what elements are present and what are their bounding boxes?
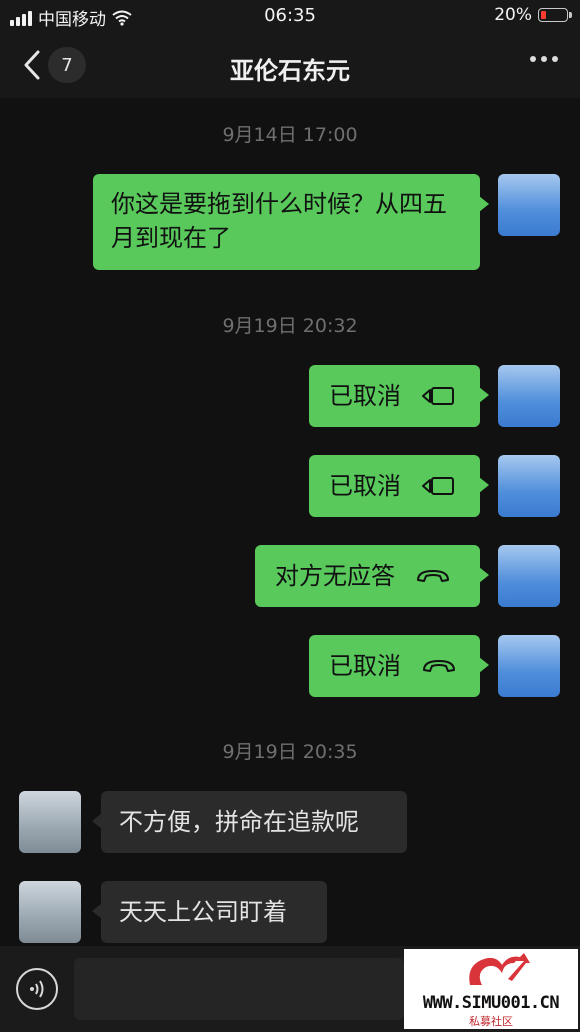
video-call-icon bbox=[422, 477, 454, 495]
self-avatar[interactable] bbox=[498, 635, 560, 697]
status-bar: 中国移动 06:35 20% bbox=[0, 0, 580, 32]
battery-icon bbox=[538, 8, 572, 22]
voice-input-button[interactable] bbox=[16, 968, 58, 1010]
phone-hangup-icon bbox=[423, 660, 455, 672]
self-avatar[interactable] bbox=[498, 174, 560, 236]
unread-count-badge[interactable]: 7 bbox=[48, 47, 86, 83]
watermark: WWW.SIMU001.CN 私募社区 bbox=[404, 949, 578, 1029]
chat-title: 亚伦石东元 bbox=[230, 57, 350, 85]
timestamp: 9月14日 17:00 bbox=[222, 124, 358, 146]
watermark-site: WWW.SIMU001.CN bbox=[422, 993, 560, 1013]
back-chevron-icon[interactable] bbox=[18, 46, 48, 84]
battery-percent: 20% bbox=[494, 5, 532, 25]
timestamp: 9月19日 20:35 bbox=[222, 741, 358, 763]
watermark-subtitle: 私募社区 bbox=[469, 1015, 513, 1028]
message-bubble[interactable]: 天天上公司盯着 bbox=[92, 881, 327, 943]
chat-header: 7 亚伦石东元 bbox=[0, 32, 580, 98]
voice-icon bbox=[30, 980, 44, 998]
phone-hangup-icon bbox=[417, 570, 449, 582]
call-status-text: 已取消 bbox=[329, 382, 401, 410]
message-text: 不方便，拼命在追款呢 bbox=[119, 808, 359, 836]
watermark-logo bbox=[469, 953, 530, 985]
battery-level bbox=[541, 11, 546, 19]
message-input[interactable] bbox=[74, 958, 404, 1020]
call-status-text: 已取消 bbox=[329, 472, 401, 500]
self-avatar[interactable] bbox=[498, 365, 560, 427]
battery-group: 20% bbox=[494, 5, 572, 25]
message-bubble[interactable]: 你这是要拖到什么时候？从四五月到现在了 bbox=[93, 174, 489, 270]
contact-avatar[interactable] bbox=[19, 881, 81, 943]
call-status-text: 对方无应答 bbox=[275, 562, 395, 590]
contact-avatar[interactable] bbox=[19, 791, 81, 853]
call-status-text: 已取消 bbox=[329, 652, 401, 680]
clock: 06:35 bbox=[264, 5, 316, 26]
self-avatar[interactable] bbox=[498, 455, 560, 517]
message-text: 你这是要拖到什么时候？从四五月到现在了 bbox=[111, 190, 447, 252]
message-bubble[interactable]: 不方便，拼命在追款呢 bbox=[92, 791, 407, 853]
message-text: 天天上公司盯着 bbox=[119, 898, 287, 926]
self-avatar[interactable] bbox=[498, 545, 560, 607]
call-record-bubble[interactable]: 已取消 bbox=[309, 365, 489, 427]
more-options-icon[interactable] bbox=[530, 56, 558, 62]
call-record-bubble[interactable]: 已取消 bbox=[309, 455, 489, 517]
call-record-bubble[interactable]: 已取消 bbox=[309, 635, 489, 697]
timestamp: 9月19日 20:32 bbox=[222, 315, 358, 337]
call-record-bubble[interactable]: 对方无应答 bbox=[255, 545, 489, 607]
video-call-icon bbox=[422, 387, 454, 405]
